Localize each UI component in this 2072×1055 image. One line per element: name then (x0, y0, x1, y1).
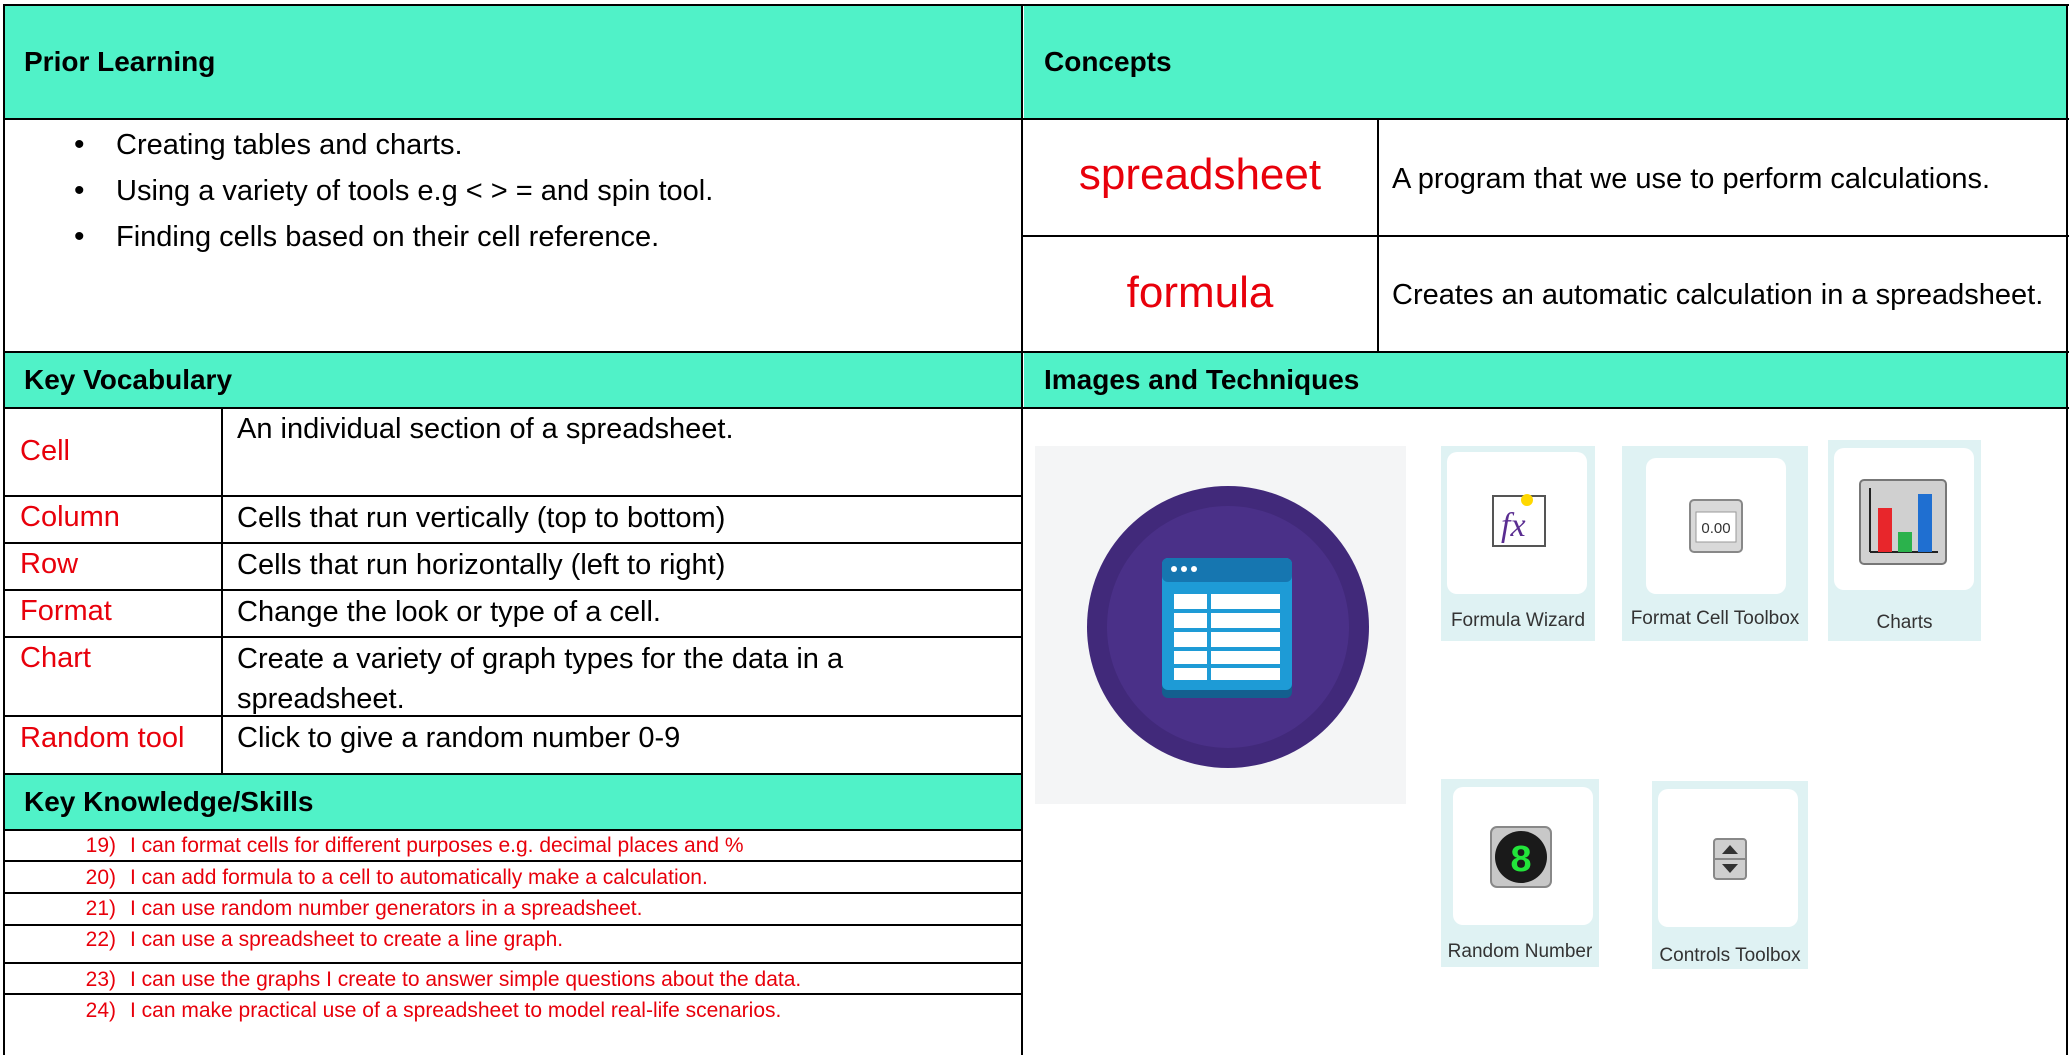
grid-line (3, 636, 1023, 638)
skill-number: 21) (85, 897, 116, 920)
grid-line (3, 495, 1023, 497)
tile-label: Format Cell Toolbox (1630, 608, 1800, 629)
key-knowledge-header: Key Knowledge/Skills (4, 775, 1022, 829)
concepts-header: Concepts (1024, 6, 2068, 118)
list-item: Finding cells based on their cell refere… (70, 218, 713, 264)
key-vocabulary-header: Key Vocabulary (4, 353, 1022, 407)
grid-line (3, 993, 1023, 995)
grid-line (3, 4, 2069, 6)
skill-item: 21) I can use random number generators in… (66, 897, 643, 921)
vocab-definition: Cells that run vertically (top to bottom… (237, 502, 726, 534)
skill-item: 19) I can format cells for different purp… (66, 834, 744, 858)
vocab-term: Column (20, 501, 120, 533)
skill-number: 20) (85, 866, 116, 889)
vocab-term: Format (20, 595, 112, 627)
images-techniques-title: Images and Techniques (1044, 364, 1360, 395)
grid-line (3, 892, 1023, 894)
skill-text: I can use random number generators in a … (130, 897, 643, 920)
grid-line (3, 351, 2069, 353)
grid-line (3, 589, 1023, 591)
formula-wizard-icon: fx (1492, 494, 1546, 547)
concept-definition: A program that we use to perform calcula… (1392, 163, 1991, 195)
vocab-term: Cell (20, 435, 70, 467)
concept-term: formula (1126, 268, 1274, 317)
prior-learning-header: Prior Learning (4, 6, 1022, 118)
digit-text: 8 (1510, 840, 1533, 883)
images-techniques-header: Images and Techniques (1024, 353, 2068, 407)
skill-item: 24) I can make practical use of a spreads… (66, 999, 782, 1023)
format-value-text: 0.00 (1701, 520, 1730, 537)
controls-toolbox-tile: Controls Toolbox (1652, 781, 1808, 969)
skill-number: 24) (85, 999, 116, 1022)
vocab-definition: An individual section of a spreadsheet. (237, 413, 734, 445)
grid-line (3, 829, 1023, 831)
tile-label: Controls Toolbox (1659, 945, 1801, 966)
list-item: Creating tables and charts. (70, 126, 713, 172)
spreadsheet-app-image (1035, 446, 1406, 804)
grid-line (3, 773, 1023, 775)
vocab-definition: Click to give a random number 0-9 (237, 722, 681, 754)
skill-item: 20) I can add formula to a cell to automa… (66, 866, 708, 890)
concept-definition: Creates an automatic calculation in a sp… (1392, 279, 2044, 311)
grid-line (221, 407, 223, 775)
grid-line (3, 924, 1023, 926)
concepts-title: Concepts (1044, 46, 1172, 77)
format-cell-icon: 0.00 (1689, 499, 1743, 553)
fx-text: fx (1501, 507, 1526, 544)
skill-text: I can make practical use of a spreadshee… (130, 999, 782, 1022)
format-cell-toolbox-tile: 0.00 Format Cell Toolbox (1622, 446, 1808, 641)
grid-line (3, 962, 1023, 964)
key-knowledge-title: Key Knowledge/Skills (24, 786, 314, 817)
skill-text: I can use the graphs I create to answer … (130, 968, 802, 991)
grid-line (1022, 235, 2069, 237)
prior-learning-title: Prior Learning (24, 46, 216, 77)
list-item: Using a variety of tools e.g < > = and s… (70, 172, 713, 218)
tile-label: Charts (1876, 612, 1933, 633)
grid-line (3, 860, 1023, 862)
vocab-definition: Cells that run horizontally (left to rig… (237, 549, 726, 581)
vocab-term: Row (20, 548, 79, 580)
concept-term: spreadsheet (1078, 150, 1322, 199)
skill-item: 23) I can use the graphs I create to answ… (66, 968, 802, 992)
vocab-term: Random tool (20, 722, 185, 754)
prior-learning-list: Creating tables and charts. Using a vari… (70, 126, 713, 264)
skill-number: 22) (85, 928, 116, 951)
random-number-icon: 8 (1490, 826, 1552, 888)
charts-tile: Charts (1828, 440, 1981, 641)
skill-number: 19) (85, 834, 116, 857)
vocab-definition: Create a variety of graph types for the … (237, 643, 844, 715)
skill-text: I can format cells for different purpose… (130, 834, 744, 857)
formula-wizard-tile: fx Formula Wizard (1441, 446, 1595, 641)
grid-line (3, 118, 2069, 120)
skill-item: 22) I can use a spreadsheet to create a l… (66, 928, 563, 952)
grid-line (3, 4, 5, 1055)
skill-number: 23) (85, 968, 116, 991)
vocab-definition: Change the look or type of a cell. (237, 596, 661, 628)
chart-icon (1859, 479, 1947, 565)
random-number-tile: 8 Random Number (1441, 779, 1599, 967)
skill-text: I can add formula to a cell to automatic… (130, 866, 708, 889)
grid-line (3, 542, 1023, 544)
grid-line (2066, 4, 2068, 1055)
spreadsheet-icon (1087, 486, 1369, 768)
tile-label: Formula Wizard (1450, 610, 1586, 631)
spin-button-icon (1713, 838, 1747, 880)
tile-label: Random Number (1447, 941, 1593, 962)
key-vocabulary-title: Key Vocabulary (24, 364, 233, 395)
skill-text: I can use a spreadsheet to create a line… (130, 928, 564, 951)
vocab-term: Chart (20, 642, 91, 674)
